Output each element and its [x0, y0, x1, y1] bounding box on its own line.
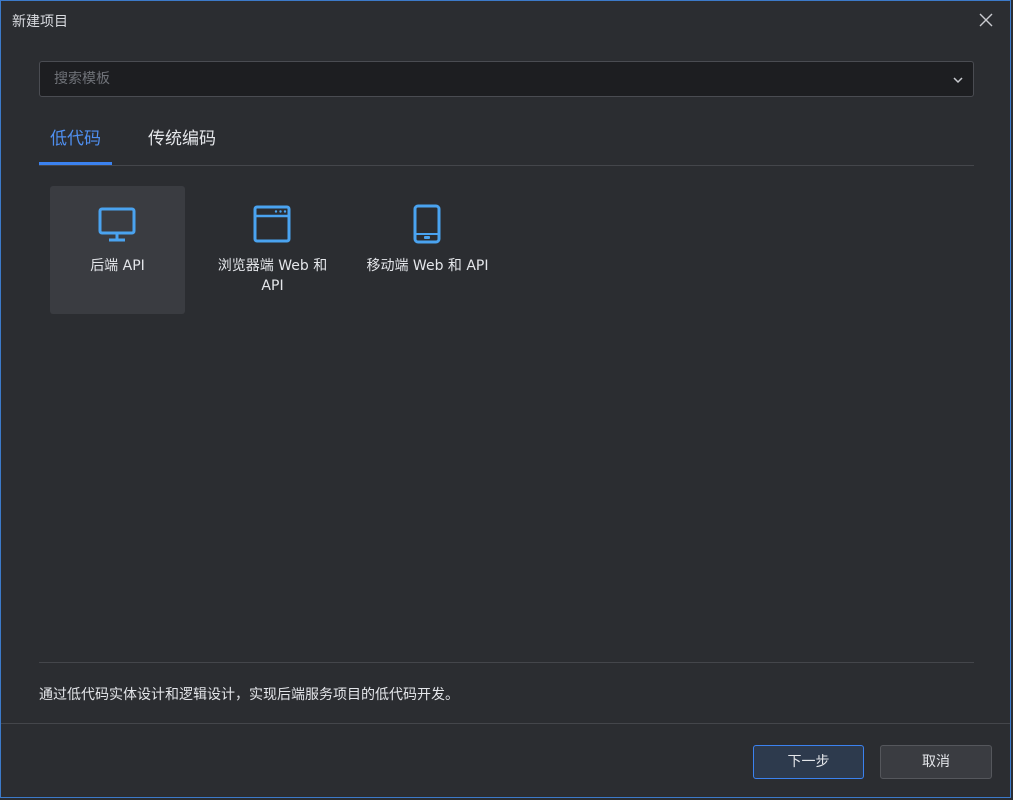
- new-project-dialog: 新建项目 低代码 传统编码 后端 API 浏览器端 Web 和: [0, 0, 1011, 798]
- cancel-button[interactable]: 取消: [880, 745, 992, 779]
- tab-traditional-coding[interactable]: 传统编码: [139, 119, 225, 165]
- title-bar: 新建项目: [1, 1, 1010, 39]
- dialog-footer: 下一步 取消: [1, 723, 1010, 799]
- dialog-title: 新建项目: [12, 14, 68, 30]
- monitor-icon: [98, 207, 136, 242]
- close-button[interactable]: [974, 8, 998, 32]
- template-label: 浏览器端 Web 和 API: [217, 258, 328, 294]
- content-divider: [39, 662, 974, 663]
- template-card-mobile-web[interactable]: 移动端 Web 和 API: [360, 186, 495, 314]
- template-label: 后端 API: [90, 258, 145, 274]
- template-card-backend-api[interactable]: 后端 API: [50, 186, 185, 314]
- search-input[interactable]: [40, 62, 940, 96]
- tab-low-code[interactable]: 低代码: [39, 119, 112, 165]
- browser-window-icon: [253, 205, 291, 243]
- next-button[interactable]: 下一步: [753, 745, 864, 779]
- tab-bar: 低代码 传统编码: [39, 119, 974, 166]
- template-card-browser-web[interactable]: 浏览器端 Web 和 API: [205, 186, 340, 314]
- template-description: 通过低代码实体设计和逻辑设计，实现后端服务项目的低代码开发。: [39, 687, 459, 703]
- template-search[interactable]: [39, 61, 974, 97]
- template-label: 移动端 Web 和 API: [366, 258, 489, 274]
- close-icon: [979, 13, 993, 27]
- chevron-down-icon[interactable]: [951, 73, 965, 87]
- mobile-phone-icon: [413, 204, 441, 244]
